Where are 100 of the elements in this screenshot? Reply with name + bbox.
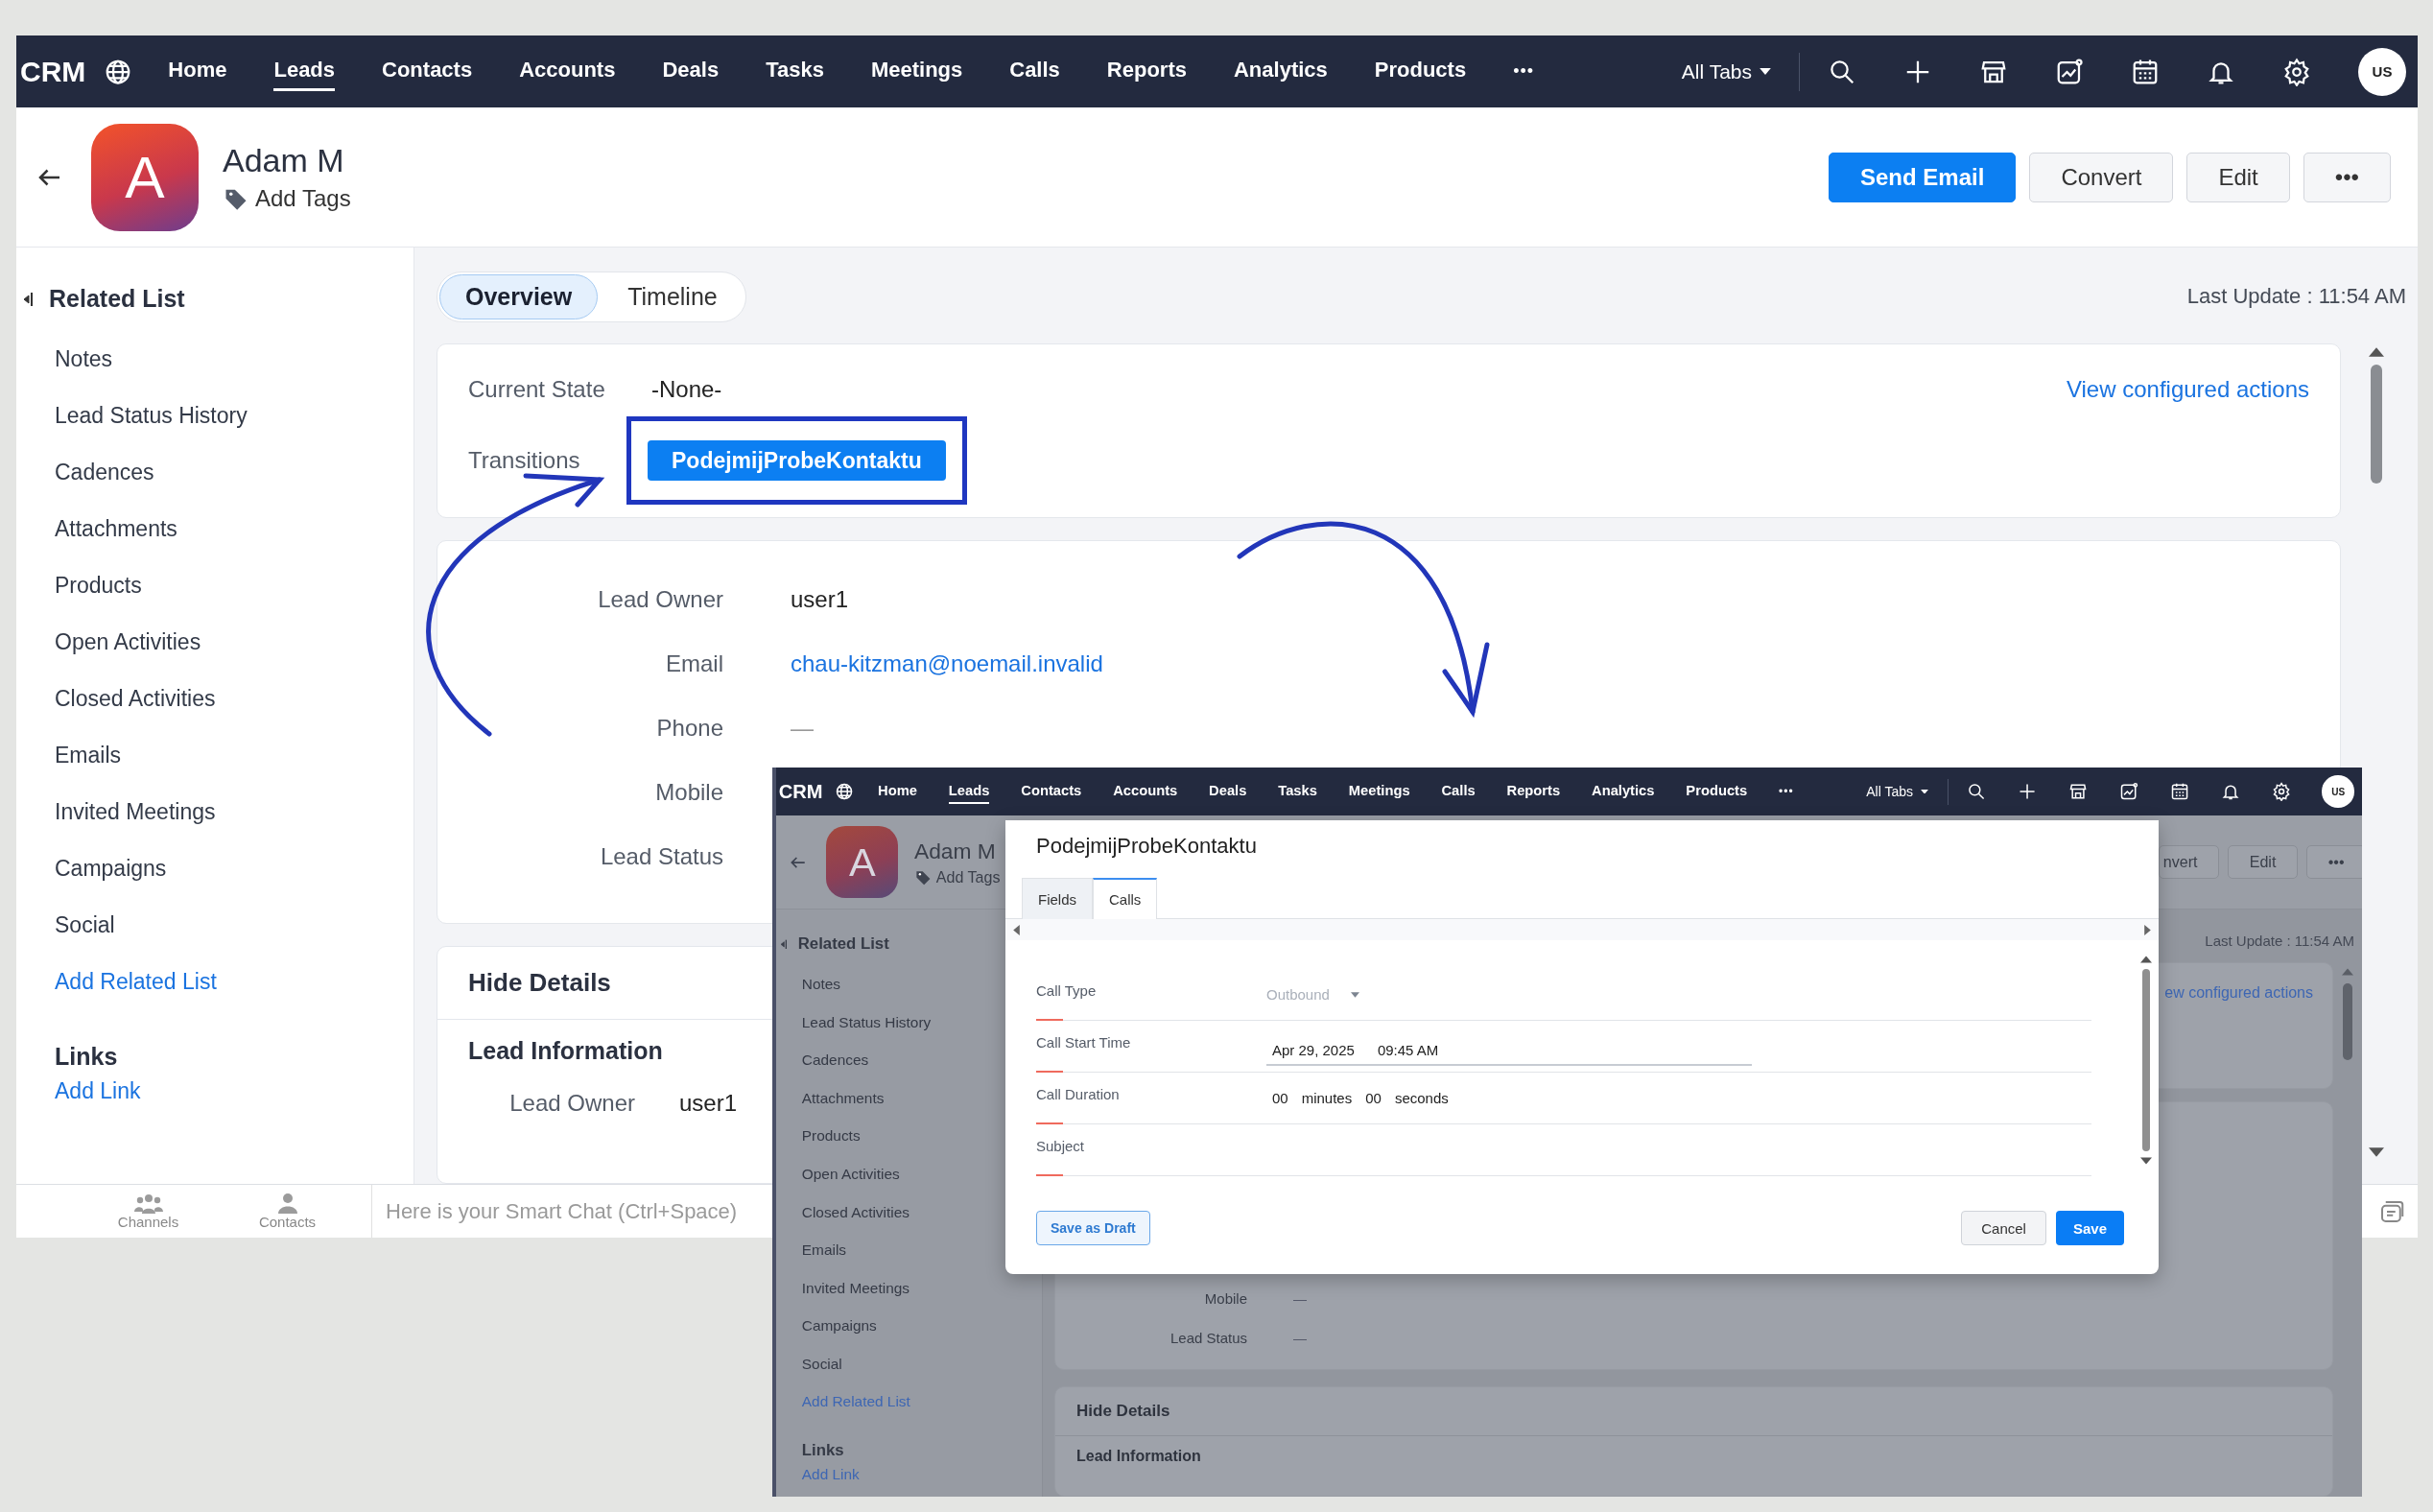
nav-tab[interactable]: Accounts xyxy=(1113,779,1178,805)
nav-tab[interactable]: Analytics xyxy=(1233,52,1328,91)
nav-tab[interactable]: Analytics xyxy=(1592,779,1655,805)
sidebar-item[interactable]: Notes xyxy=(55,331,113,388)
field-label: Lead Owner xyxy=(597,586,723,614)
nav-tab[interactable]: Reports xyxy=(1106,52,1187,91)
user-avatar[interactable]: US xyxy=(2358,47,2406,96)
user-avatar[interactable]: US xyxy=(2322,775,2354,808)
more-tabs-button[interactable]: ••• xyxy=(1779,785,1794,799)
logo: CRM xyxy=(20,55,86,88)
nav-tab[interactable]: Reports xyxy=(1506,779,1561,805)
nav-tab[interactable]: Meetings xyxy=(870,52,963,91)
sidebar-item[interactable]: Emails xyxy=(801,1231,847,1269)
sidebar-item[interactable]: Campaigns xyxy=(801,1307,877,1345)
nav-tab[interactable]: Deals xyxy=(1209,779,1247,805)
sidebar-item[interactable]: Attachments xyxy=(55,501,177,557)
field-label: Phone xyxy=(655,715,723,743)
field-value: -None- xyxy=(651,376,722,403)
all-tabs-dropdown[interactable]: All Tabs xyxy=(1681,59,1771,83)
field-value: user1 xyxy=(679,1090,738,1118)
nav-tab[interactable]: Tasks xyxy=(1278,779,1317,805)
field-label: Email xyxy=(665,650,723,678)
sidebar-item[interactable]: Notes xyxy=(801,965,841,1004)
send-button[interactable]: Send Email xyxy=(1829,152,2017,202)
nav-tab[interactable]: Contacts xyxy=(1021,779,1082,805)
nav-tab[interactable]: Home xyxy=(878,779,917,805)
record-avatar: A xyxy=(91,123,199,231)
transition-button[interactable]: PodejmijProbeKontaktu xyxy=(648,440,946,481)
view-tab[interactable]: Timeline xyxy=(602,273,744,319)
sidebar-item[interactable]: Emails xyxy=(55,727,121,784)
sidebar-item[interactable]: Products xyxy=(55,557,142,614)
action-button[interactable]: ••• xyxy=(2306,845,2362,880)
start-time-field[interactable]: Apr 29, 2025 09:45 AM xyxy=(1266,1036,1752,1066)
last-update-text: Last Update : 11:54 AM xyxy=(2205,933,2354,950)
sidebar-item[interactable]: Open Activities xyxy=(801,1155,900,1193)
unit-label: seconds xyxy=(1394,1090,1449,1106)
nav-tab[interactable]: Home xyxy=(168,52,227,91)
save-button[interactable]: Save xyxy=(2055,1211,2124,1245)
view-tab[interactable]: Overview xyxy=(439,273,599,319)
nav-tab[interactable]: Contacts xyxy=(382,52,473,91)
links-heading: Links xyxy=(55,1042,118,1072)
add-related-list-link[interactable]: Add Related List xyxy=(55,954,217,1010)
sidebar-item[interactable]: Products xyxy=(801,1117,861,1155)
sidebar-item[interactable]: Closed Activities xyxy=(55,671,216,727)
action-button[interactable]: ••• xyxy=(2303,152,2391,202)
nav-tab[interactable]: Calls xyxy=(1441,779,1476,805)
sidebar-item[interactable]: Social xyxy=(55,897,115,954)
nav-tab[interactable]: Leads xyxy=(948,779,990,805)
sidebar-item[interactable]: Invited Meetings xyxy=(801,1268,909,1308)
minutes-value[interactable]: 00 xyxy=(1272,1090,1288,1106)
subsection-heading: Lead Information xyxy=(467,1036,664,1066)
field-label: Mobile xyxy=(1203,1290,1248,1308)
action-button[interactable]: nvert xyxy=(2158,845,2219,880)
nav-tab[interactable]: Tasks xyxy=(766,52,824,91)
view-actions-link[interactable]: View configured actions xyxy=(2066,376,2309,403)
dialog-title: PodejmijProbeKontaktu xyxy=(1035,833,1258,860)
nav-tab[interactable]: Calls xyxy=(1009,52,1060,91)
save-as-draft-button[interactable]: Save as Draft xyxy=(1036,1211,1150,1245)
sidebar-heading: Related List xyxy=(797,933,889,954)
sidebar-item[interactable]: Open Activities xyxy=(55,614,201,671)
sidebar-item[interactable]: Social xyxy=(801,1344,842,1383)
sidebar-item[interactable]: Cadences xyxy=(55,444,154,501)
section-heading[interactable]: Hide Details xyxy=(1055,1387,2332,1437)
field-label: Call Start Time xyxy=(1036,1034,1132,1051)
sidebar-item[interactable]: Lead Status History xyxy=(55,388,248,444)
all-tabs-dropdown[interactable]: All Tabs xyxy=(1866,784,1929,800)
sidebar-item[interactable]: Invited Meetings xyxy=(55,784,216,840)
chat-tab-label: Contacts xyxy=(258,1214,317,1230)
chat-tab[interactable]: Contacts xyxy=(218,1193,357,1230)
sidebar-item[interactable]: Lead Status History xyxy=(801,1003,932,1042)
field-label: Lead Status xyxy=(599,843,723,871)
field-label: Mobile xyxy=(654,779,723,807)
cancel-button[interactable]: Cancel xyxy=(1961,1211,2046,1245)
sidebar-item[interactable]: Campaigns xyxy=(55,840,167,897)
date-value: Apr 29, 2025 xyxy=(1272,1042,1355,1058)
seconds-value[interactable]: 00 xyxy=(1365,1090,1382,1106)
logo: CRM xyxy=(778,780,823,803)
nav-tab[interactable]: Meetings xyxy=(1348,779,1410,805)
action-button[interactable]: Edit xyxy=(2228,845,2298,880)
field-label: Call Type xyxy=(1036,982,1098,999)
action-button[interactable]: Convert xyxy=(2029,152,2174,202)
sidebar-item[interactable]: Attachments xyxy=(801,1078,885,1118)
dialog-tab[interactable]: Fields xyxy=(1022,878,1093,919)
add-tags-link[interactable]: Add Tags xyxy=(223,185,351,212)
sidebar-item[interactable]: Cadences xyxy=(801,1041,869,1079)
nav-tab[interactable]: Products xyxy=(1686,779,1748,805)
nav-tab[interactable]: Deals xyxy=(662,52,720,91)
field-label: Lead Owner xyxy=(508,1090,635,1118)
chat-tab[interactable]: Channels xyxy=(79,1193,218,1230)
field-value: — xyxy=(791,715,815,743)
nav-tab[interactable]: Leads xyxy=(273,52,336,91)
email-link[interactable]: chau-kitzman@noemail.invalid xyxy=(791,650,2340,678)
action-button[interactable]: Edit xyxy=(2186,152,2290,202)
more-tabs-button[interactable]: ••• xyxy=(1513,61,1535,82)
add-link[interactable]: Add Link xyxy=(55,1075,141,1106)
nav-tab[interactable]: Products xyxy=(1374,52,1467,91)
dialog-tab[interactable]: Calls xyxy=(1093,878,1158,919)
nav-tab[interactable]: Accounts xyxy=(519,52,616,91)
add-tags-link[interactable]: Add Tags xyxy=(914,867,1001,886)
sidebar-item[interactable]: Closed Activities xyxy=(801,1193,909,1232)
